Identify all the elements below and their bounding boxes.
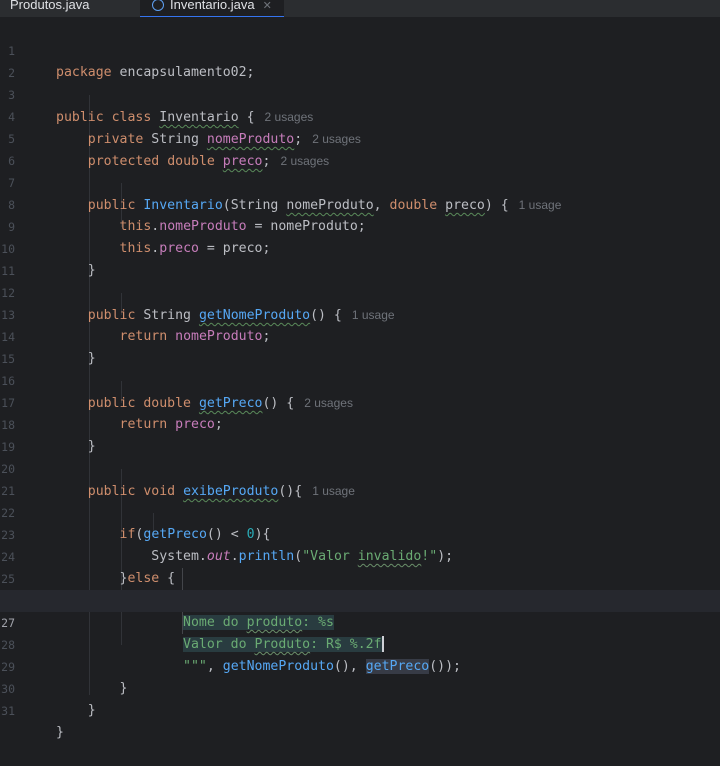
code-line: 11 [0, 238, 720, 278]
line-number: 31 [1, 704, 15, 718]
code-line: 18 } [0, 392, 720, 454]
code-line: 3 public class Inventario {2 usages [0, 62, 720, 125]
code-line: 9 this.preco = preco; [0, 194, 720, 256]
code-line: 14 } [0, 304, 720, 366]
code-line: 21 [0, 458, 720, 498]
code-line: 8 this.nomeProduto = nomeProduto; [0, 172, 720, 234]
code-line: 22 if(getPreco() < 0){ [0, 480, 720, 542]
code-line: 30 } [0, 656, 720, 718]
code-line: 16 public double getPreco() {2 usages [0, 348, 720, 411]
close-tab-icon[interactable]: ✕ [263, 0, 272, 12]
tab-produtos-label: Produtos.java [10, 0, 90, 12]
code-line: 10 } [0, 216, 720, 278]
code-line: 4 private String nomeProduto; 2 usages [0, 84, 720, 147]
code-line: 12 public String getNomeProduto() {1 usa… [0, 260, 720, 323]
code-line: 2 [0, 40, 720, 80]
code-line: 25 System.out.printf(""" [0, 546, 720, 608]
code-line: 31 } [0, 678, 720, 740]
code-editor[interactable]: 1 package encapsulamento02; 2 3 public c… [0, 18, 720, 740]
code-line: 15 [0, 326, 720, 366]
code-line: 23 System.out.println("Valor invalido!")… [0, 502, 720, 564]
code-line: 17 return preco; [0, 370, 720, 432]
code-line-current: 27 Valor do Produto: R$ %.2f [0, 590, 720, 652]
code-line: 19 [0, 414, 720, 454]
code-line: 29 } [0, 634, 720, 696]
tab-inventario[interactable]: Inventario.java ✕ [140, 0, 284, 17]
code-line: 26 Nome do produto: %s [0, 568, 720, 630]
code-line: 20 public void exibeProduto(){1 usage [0, 436, 720, 499]
code-line: 7 public Inventario(String nomeProduto, … [0, 150, 720, 213]
code-line: 5 protected double preco; 2 usages [0, 106, 720, 169]
code-line: 24 }else { [0, 524, 720, 586]
code-line: 28 """, getNomeProduto(), getPreco()); [0, 612, 720, 674]
code-line: 6 [0, 128, 720, 168]
tab-produtos[interactable]: Produtos.java [10, 0, 90, 16]
java-class-icon [152, 0, 164, 11]
code-line: 1 package encapsulamento02; [0, 18, 720, 80]
code-line: 13 return nomeProduto; [0, 282, 720, 344]
editor-tab-bar: Produtos.java Inventario.java ✕ [0, 0, 720, 18]
tab-inventario-label: Inventario.java [170, 0, 255, 12]
